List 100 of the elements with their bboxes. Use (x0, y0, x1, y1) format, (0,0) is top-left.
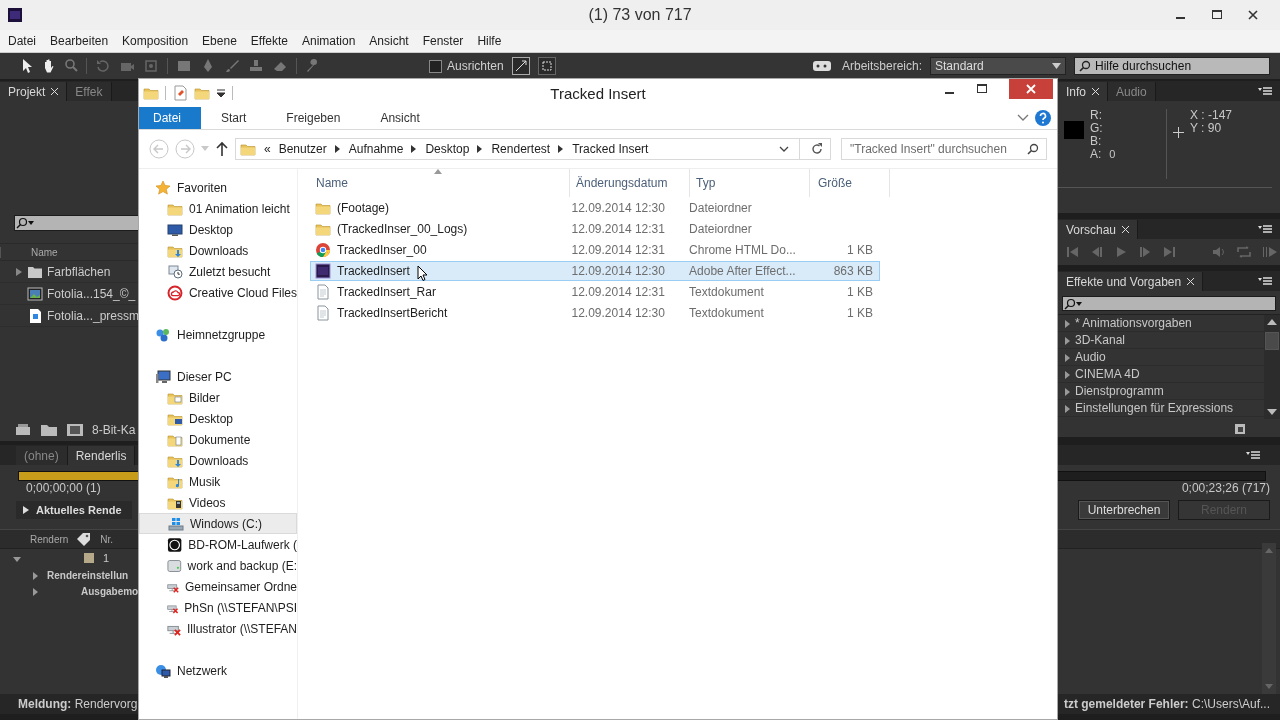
expand-triangle-icon[interactable] (30, 586, 39, 596)
customize-dropdown-icon[interactable] (216, 88, 226, 98)
close-button[interactable] (1009, 79, 1053, 99)
stamp-icon[interactable] (248, 58, 264, 74)
effects-search-field[interactable] (1062, 296, 1276, 311)
tag-icon[interactable] (76, 532, 93, 546)
file-row[interactable]: (Footage) 12.09.2014 12:30 Dateiordner (310, 198, 880, 218)
close-icon[interactable] (1248, 10, 1258, 20)
panel-tab[interactable]: Audio (1108, 82, 1156, 101)
maximize-icon[interactable] (977, 84, 987, 94)
navigation-item[interactable]: PhSn (\\STEFAN\PSI (139, 597, 297, 618)
effect-category[interactable]: Einstellungen für Expressions (1075, 401, 1234, 415)
breadcrumb[interactable]: Aufnahme (348, 142, 404, 156)
navigation-item[interactable]: Favoriten (139, 177, 297, 198)
expand-ribbon-icon[interactable] (1017, 114, 1029, 122)
panel-tab[interactable]: Vorschau (1058, 220, 1139, 239)
render-setting-label[interactable]: Ausgabemo (81, 585, 139, 597)
menu-item[interactable]: Fenster (422, 34, 464, 48)
menu-item[interactable]: Komposition (122, 34, 189, 48)
new-folder-icon[interactable] (40, 423, 58, 437)
panel-tab[interactable]: Projekt (0, 82, 68, 101)
panel-menu-icon[interactable] (1258, 224, 1272, 234)
snap-edges-icon[interactable] (511, 57, 530, 75)
breadcrumb-separator-icon[interactable] (411, 145, 418, 153)
help-search-field[interactable]: Hilfe durchsuchen (1074, 57, 1270, 75)
breadcrumb-separator-icon[interactable] (558, 145, 565, 153)
scroll-thumb[interactable] (1265, 332, 1279, 350)
maximize-icon[interactable] (1212, 10, 1222, 20)
caret-icon[interactable] (779, 146, 789, 152)
menu-item[interactable]: Animation (301, 34, 356, 48)
navigation-item[interactable]: Musik (139, 471, 297, 492)
navigation-item[interactable]: Creative Cloud Files (139, 282, 297, 303)
navigation-item[interactable]: Dokumente (139, 429, 297, 450)
ribbon-tab[interactable]: Datei (139, 107, 201, 129)
keyboard-icon[interactable] (811, 59, 834, 73)
ribbon-tab[interactable]: Freigeben (272, 107, 361, 129)
navigation-item[interactable]: Bilder (139, 387, 297, 408)
panel-tab[interactable]: Info (1058, 82, 1108, 101)
ribbon-tab[interactable]: Start (207, 107, 267, 129)
effect-category[interactable]: Audio (1075, 350, 1106, 364)
interpret-footage-icon[interactable] (14, 423, 32, 437)
new-preset-icon[interactable] (1234, 423, 1246, 435)
help-icon[interactable] (1035, 110, 1051, 126)
navigation-item[interactable]: Downloads (139, 240, 297, 261)
new-composition-icon[interactable] (66, 423, 84, 437)
expand-triangle-icon[interactable] (1062, 318, 1071, 328)
column-header[interactable]: Name (0, 246, 58, 258)
navigation-item[interactable]: Desktop (139, 219, 297, 240)
project-item[interactable]: Fotolia...154_©_ (47, 286, 136, 301)
navigation-item[interactable]: Dieser PC (139, 366, 297, 387)
breadcrumb-overflow[interactable]: « (264, 142, 271, 156)
expand-triangle-icon[interactable] (22, 505, 31, 515)
breadcrumb[interactable]: Desktop (425, 142, 470, 156)
panel-tab[interactable]: (ohne) (16, 446, 68, 465)
expand-triangle-icon[interactable] (1062, 386, 1071, 396)
expand-triangle-icon[interactable] (1062, 335, 1071, 345)
file-row[interactable]: TrackedInsertBericht 12.09.2014 12:30 Textdokument 1 KB (310, 303, 880, 323)
column-header[interactable]: Größe (810, 169, 890, 197)
breadcrumb[interactable]: Benutzer (278, 142, 327, 156)
navigation-item[interactable]: Desktop (139, 408, 297, 429)
panel-tab[interactable]: Renderlis (67, 446, 136, 465)
menu-item[interactable]: Datei (8, 34, 36, 48)
navigation-item[interactable]: Zuletzt besucht (139, 261, 297, 282)
navigation-item[interactable]: Downloads (139, 450, 297, 471)
refresh-icon[interactable] (810, 142, 824, 156)
navigation-item[interactable]: Netzwerk (139, 660, 297, 681)
up-arrow-icon[interactable] (215, 141, 229, 157)
menu-item[interactable]: Effekte (250, 34, 288, 48)
breadcrumb[interactable]: Rendertest (491, 142, 551, 156)
brush-icon[interactable] (224, 58, 240, 74)
breadcrumb-separator-icon[interactable] (477, 145, 484, 153)
label-color-swatch[interactable] (84, 553, 94, 563)
scroll-down-icon[interactable] (1266, 408, 1278, 416)
panel-menu-icon[interactable] (1258, 86, 1272, 96)
search-field[interactable] (14, 215, 140, 231)
navigation-item[interactable]: work and backup (E: (139, 555, 297, 576)
navigation-item[interactable]: Illustrator (\\STEFAN (139, 618, 297, 639)
column-header[interactable]: Name (314, 169, 570, 197)
navigation-item[interactable]: 01 Animation leicht (139, 198, 297, 219)
file-row[interactable]: (TrackedInser_00_Logs) 12.09.2014 12:31 Dateiordner (310, 219, 880, 239)
file-row[interactable]: TrackedInsert_Rar 12.09.2014 12:31 Textdokument 1 KB (310, 282, 880, 302)
ribbon-tab[interactable]: Ansicht (366, 107, 440, 129)
effect-category[interactable]: * Animationsvorgaben (1075, 316, 1192, 330)
scrollbar[interactable] (1264, 315, 1280, 419)
selection-arrow-icon[interactable] (20, 58, 34, 74)
scroll-up-icon[interactable] (1266, 318, 1278, 326)
zoom-icon[interactable] (64, 58, 78, 74)
expand-triangle-icon[interactable] (1062, 403, 1071, 413)
rectangle-icon[interactable] (176, 58, 192, 74)
column-header[interactable]: Änderungsdatum (570, 169, 690, 197)
bit-depth-label[interactable]: 8-Bit-Ka (92, 423, 136, 437)
menu-item[interactable]: Bearbeiten (50, 34, 109, 48)
expand-triangle-icon[interactable] (1062, 369, 1071, 379)
file-row[interactable]: TrackedInser_00 12.09.2014 12:31 Chrome HTML Do... 1 KB (310, 240, 880, 260)
properties-icon[interactable] (172, 85, 188, 101)
navigation-item[interactable]: BD-ROM-Laufwerk ( (139, 534, 297, 555)
address-bar[interactable]: « Benutzer Aufnahme Desktop Rendertest Tracked Insert (235, 138, 831, 160)
column-header[interactable]: Nr. (100, 533, 114, 545)
column-header[interactable]: Typ (690, 169, 810, 197)
column-header[interactable]: Rendern (30, 533, 69, 545)
